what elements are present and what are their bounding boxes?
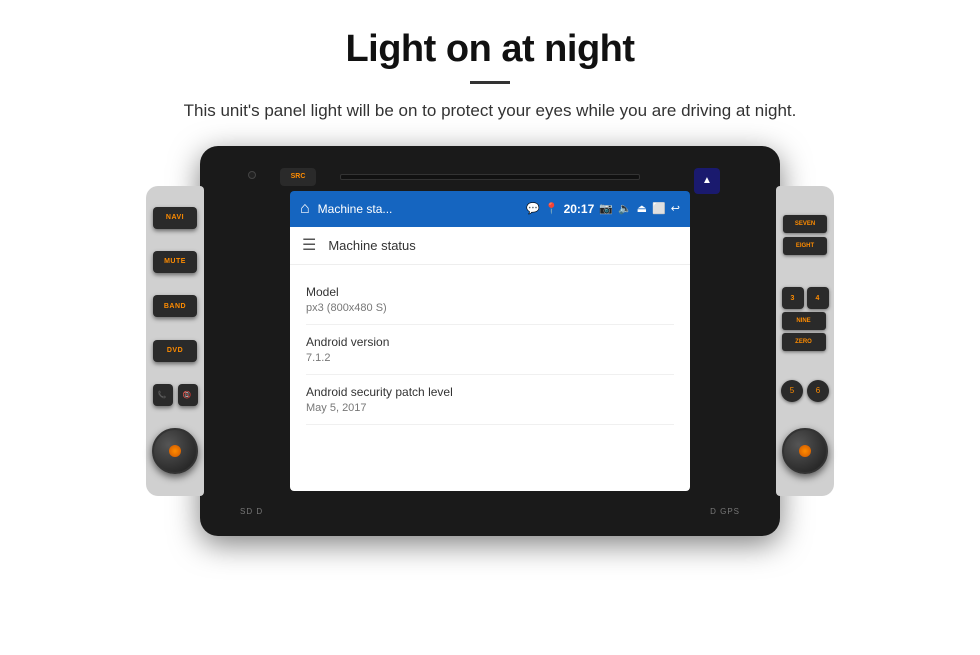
model-value: px3 (800x480 S) [306, 302, 674, 314]
security-patch-label: Android security patch level [306, 385, 674, 399]
android-status-bar: ⌂ Machine sta... 💬 📍 20:17 📷 🔈 ⏏ ⬜ ↩ [290, 191, 690, 227]
screen-icon: ⬜ [652, 202, 666, 215]
home-icon[interactable]: ⌂ [300, 200, 310, 218]
src-button[interactable]: SRC [280, 168, 316, 186]
right-panel-nums: 3 4 NINE ZERO [778, 285, 833, 353]
zero-button[interactable]: ZERO [782, 333, 826, 351]
eject-icon: ⏏ [637, 202, 647, 215]
call-button[interactable]: 📞 [153, 384, 173, 406]
bottom-labels: SD D D GPS [200, 507, 780, 516]
navi-button[interactable]: NAVI [153, 207, 197, 229]
band-button[interactable]: BAND [153, 295, 197, 317]
location-icon: 📍 [545, 202, 559, 215]
bottom-left-label: SD D [240, 507, 263, 516]
right-panel-circles: 5 6 [777, 376, 833, 406]
end-call-button[interactable]: 📵 [178, 384, 198, 406]
page-header: Light on at night This unit's panel ligh… [0, 0, 980, 136]
head-unit-wrapper: NAVI MUTE BAND DVD 📞 📵 SRC ▲ ⌂ Machine s… [146, 146, 834, 536]
right-panel-top: SEVEN EIGHT [779, 207, 831, 263]
three-button[interactable]: 3 [782, 287, 804, 309]
security-patch-value: May 5, 2017 [306, 402, 674, 414]
message-icon: 💬 [526, 202, 540, 215]
volume-icon: 🔈 [618, 202, 632, 215]
page-subtitle: This unit's panel light will be on to pr… [60, 98, 920, 124]
camera-icon: 📷 [599, 202, 613, 215]
app-content: Model px3 (800x480 S) Android version 7.… [290, 265, 690, 435]
nine-button[interactable]: NINE [782, 312, 826, 330]
android-version-value: 7.1.2 [306, 352, 674, 364]
app-toolbar: ☰ Machine status [290, 227, 690, 265]
cd-slot [340, 174, 640, 180]
model-label: Model [306, 285, 674, 299]
android-version-label: Android version [306, 335, 674, 349]
six-button[interactable]: 6 [807, 380, 829, 402]
android-version-row: Android version 7.1.2 [306, 325, 674, 375]
eight-button[interactable]: EIGHT [783, 237, 827, 255]
five-button[interactable]: 5 [781, 380, 803, 402]
triangle-button[interactable]: ▲ [694, 168, 720, 194]
model-row: Model px3 (800x480 S) [306, 275, 674, 325]
left-side-panel: NAVI MUTE BAND DVD 📞 📵 [146, 186, 204, 496]
right-knob[interactable] [782, 428, 828, 474]
right-side-panel: SEVEN EIGHT 3 4 NINE ZERO 5 6 [776, 186, 834, 496]
led-indicator [248, 171, 256, 179]
screen: ⌂ Machine sta... 💬 📍 20:17 📷 🔈 ⏏ ⬜ ↩ ☰ [290, 191, 690, 491]
title-divider [470, 81, 510, 84]
mute-button[interactable]: MUTE [153, 251, 197, 273]
dvd-button[interactable]: DVD [153, 340, 197, 362]
status-time: 20:17 [564, 202, 595, 216]
back-icon[interactable]: ↩ [671, 202, 680, 215]
left-knob[interactable] [152, 428, 198, 474]
toolbar-title: Machine status [328, 238, 415, 253]
page-title: Light on at night [60, 28, 920, 71]
bottom-right-label: D GPS [710, 507, 740, 516]
head-unit: SRC ▲ ⌂ Machine sta... 💬 📍 20:17 📷 🔈 ⏏ ⬜… [200, 146, 780, 536]
seven-button[interactable]: SEVEN [783, 215, 827, 233]
menu-icon[interactable]: ☰ [302, 235, 316, 255]
four-button[interactable]: 4 [807, 287, 829, 309]
android-app: ☰ Machine status Model px3 (800x480 S) A… [290, 227, 690, 491]
status-app-name: Machine sta... [318, 202, 518, 216]
status-icons: 💬 📍 20:17 📷 🔈 ⏏ ⬜ ↩ [526, 202, 680, 216]
security-patch-row: Android security patch level May 5, 2017 [306, 375, 674, 425]
